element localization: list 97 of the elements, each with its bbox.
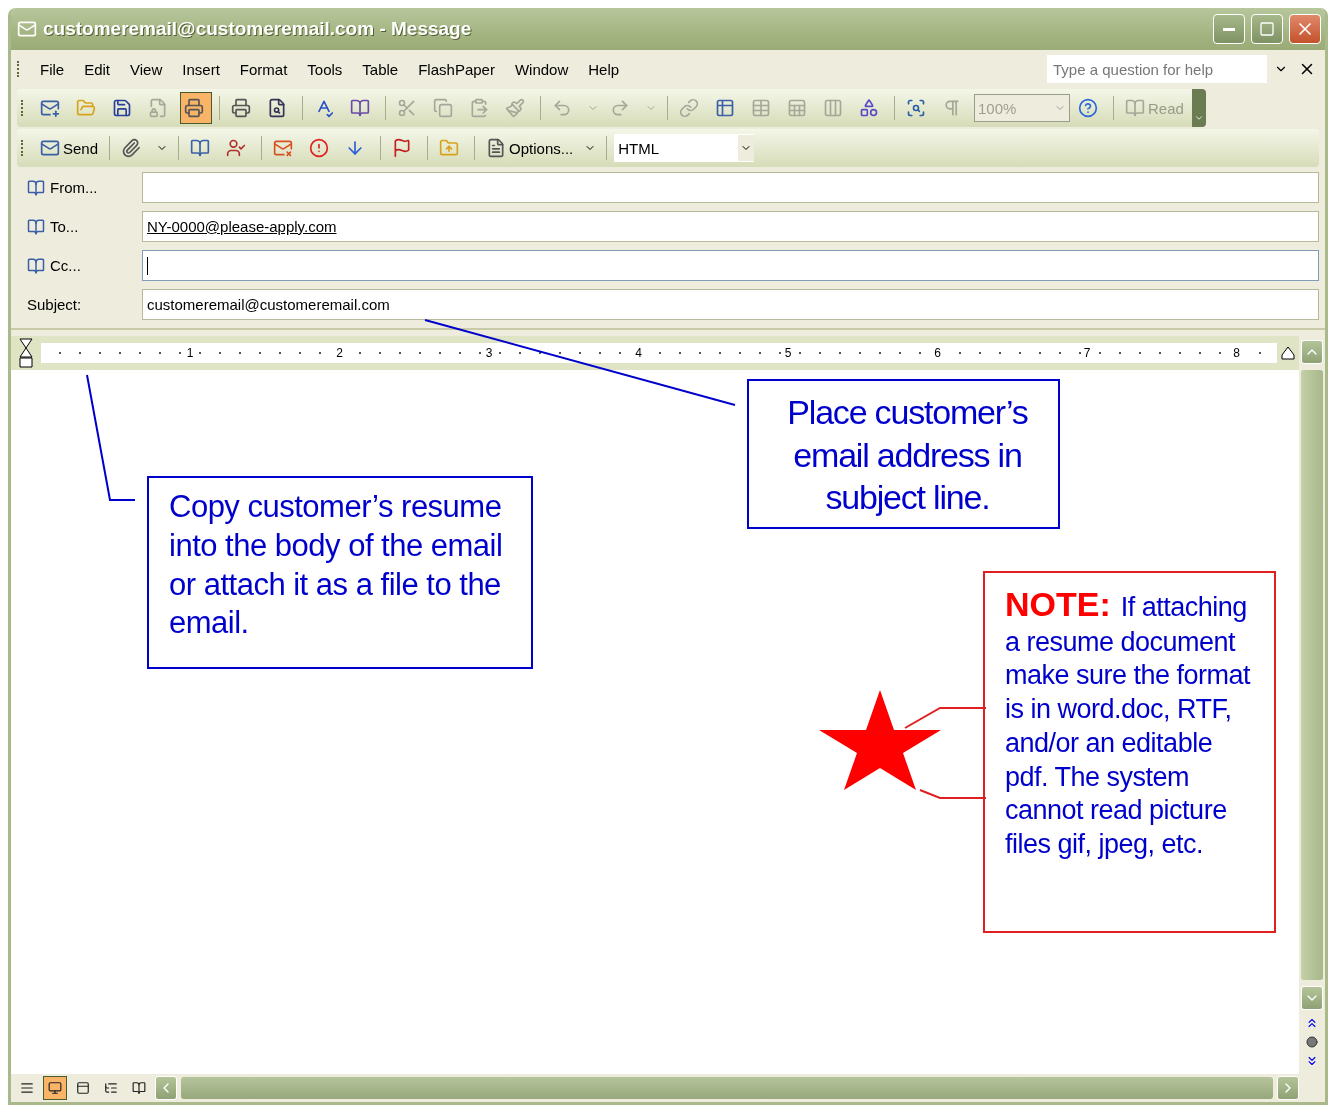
folder-icon <box>76 98 96 118</box>
address-button[interactable]: To... <box>27 217 79 236</box>
scrollbar-thumb[interactable] <box>1301 370 1323 980</box>
ruler-number: 1 <box>184 346 196 360</box>
print-preview-icon <box>267 98 287 118</box>
document-map-icon <box>906 98 926 118</box>
indent-marker-icon[interactable] <box>19 338 33 368</box>
previous-page-button[interactable] <box>1305 1016 1319 1030</box>
print-icon <box>231 98 251 118</box>
scroll-down-button[interactable] <box>1301 986 1323 1010</box>
ruler-number: 4 <box>633 346 644 360</box>
minimize-button[interactable] <box>1213 14 1245 44</box>
ruler-number: 2 <box>334 346 345 360</box>
paperclip-icon <box>121 138 142 158</box>
paste-icon <box>469 98 489 118</box>
menu-item[interactable]: View <box>122 58 171 80</box>
right-indent-marker-icon[interactable] <box>1281 346 1295 360</box>
normal-view-icon <box>20 1081 34 1095</box>
pilcrow-icon <box>942 98 962 118</box>
outline-view-icon <box>104 1081 118 1095</box>
menu-item[interactable]: Tools <box>299 58 351 80</box>
address-field[interactable] <box>142 250 1319 281</box>
menu-item[interactable]: Table <box>354 58 407 80</box>
document-body[interactable] <box>11 370 1299 1074</box>
print-layout-icon <box>76 1081 90 1095</box>
leader-line <box>919 789 987 799</box>
caret-icon <box>1193 113 1204 123</box>
fax-button[interactable] <box>180 92 212 124</box>
instruction-callout: Copy customer’s resume into the body of the email or attach it as a file to the email. <box>147 476 533 669</box>
ruler-number: 3 <box>483 346 495 360</box>
ruler-number: 6 <box>932 346 943 360</box>
shapes-icon <box>859 98 879 118</box>
instruction-callout: Place customer’s email address in subject line. <box>747 379 1060 529</box>
ruler-number: 7 <box>1081 346 1093 360</box>
book-icon <box>1125 98 1145 118</box>
hyperlink-icon <box>679 98 699 118</box>
address-field[interactable] <box>142 172 1319 203</box>
web-view-icon <box>48 1081 62 1095</box>
double-up-arrow-icon <box>1305 1016 1319 1030</box>
scroll-right-button[interactable] <box>1277 1076 1299 1100</box>
reading-view-icon <box>132 1081 146 1095</box>
document-lock-icon <box>148 98 168 118</box>
ruler-number: 8 <box>1231 346 1242 360</box>
envelope-icon <box>40 138 60 158</box>
address-button[interactable]: Cc... <box>27 256 81 275</box>
message-icon <box>17 19 37 39</box>
maximize-button[interactable] <box>1251 14 1283 44</box>
address-book-icon <box>27 217 45 236</box>
spreadsheet-icon <box>787 98 807 118</box>
address-book-icon <box>190 138 211 158</box>
options-icon <box>486 138 507 158</box>
help-icon <box>1078 98 1098 118</box>
send-button[interactable]: Send <box>36 132 103 164</box>
research-icon <box>350 98 370 118</box>
menu-item[interactable]: Insert <box>174 58 228 80</box>
envelope-minus-icon <box>273 138 294 158</box>
web-view-button[interactable] <box>43 1076 67 1100</box>
menu-item[interactable]: File <box>32 58 73 80</box>
save-icon <box>112 98 132 118</box>
horizontal-scrollbar-thumb[interactable] <box>181 1077 1273 1099</box>
menu-item[interactable]: Edit <box>76 58 119 80</box>
browse-object-button[interactable] <box>1306 1036 1318 1048</box>
scroll-up-button[interactable] <box>1301 340 1323 364</box>
address-button[interactable]: From... <box>27 178 98 197</box>
address-book-icon <box>27 178 45 197</box>
new-mail-icon <box>40 98 60 118</box>
options-button[interactable]: Options... <box>482 132 578 164</box>
menu-item[interactable]: Window <box>506 58 577 80</box>
window-title: customeremail@customeremail.com - Message <box>43 18 473 40</box>
address-field[interactable]: NY-0000@please-apply.com <box>142 211 1319 242</box>
table-icon <box>751 98 771 118</box>
flag-icon <box>392 138 413 158</box>
subject-field[interactable]: customeremail@customeremail.com <box>142 289 1319 320</box>
cut-icon <box>397 98 417 118</box>
table-pencil-icon <box>715 98 735 118</box>
ruler-number: 5 <box>782 346 794 360</box>
copy-icon <box>433 98 453 118</box>
maximize-icon <box>1259 21 1275 37</box>
columns-icon <box>823 98 843 118</box>
undo-icon <box>552 98 572 118</box>
field-label: Subject: <box>27 296 82 313</box>
menu-item[interactable]: FlashPaper <box>410 58 503 80</box>
check-names-icon <box>226 138 247 158</box>
format-select[interactable]: HTML <box>614 134 755 162</box>
redo-icon <box>610 98 630 118</box>
address-book-icon <box>27 256 45 275</box>
note-callout: NOTE: If attaching a resume document make sure the format is in word.doc, RTF, and/or an editable pdf. The system cannot read picture files gif, jpeg, etc. <box>983 571 1276 933</box>
menu-item[interactable]: Help <box>580 58 628 80</box>
circle-icon <box>1306 1036 1318 1048</box>
help-search-field[interactable]: Type a question for help <box>1047 55 1267 83</box>
format-painter-icon <box>505 98 525 118</box>
next-page-button[interactable] <box>1305 1054 1319 1068</box>
minimize-icon <box>1223 27 1235 31</box>
menu-item[interactable]: Format <box>231 58 296 80</box>
exclamation-icon <box>309 138 330 158</box>
folder-icon <box>439 138 460 158</box>
toolbar-options-button[interactable] <box>1191 89 1206 127</box>
